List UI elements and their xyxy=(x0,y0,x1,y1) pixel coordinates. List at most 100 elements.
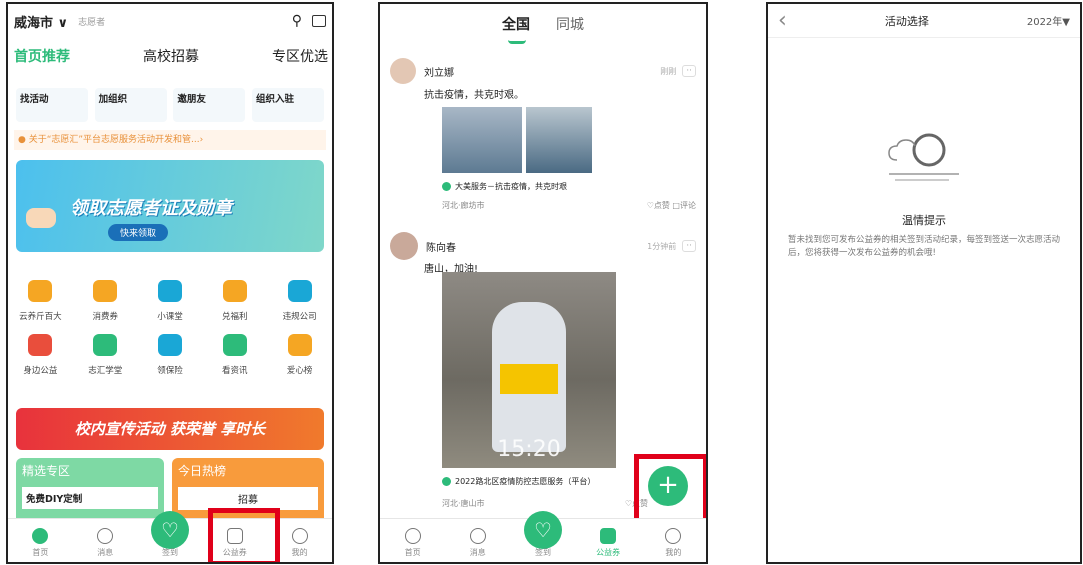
tab-college[interactable]: 高校招募 xyxy=(143,46,199,66)
nav-home[interactable]: 首页 xyxy=(15,528,65,558)
nav-me[interactable]: 我的 xyxy=(275,528,325,558)
post-card: 陈向春 1分钟前 ·· 唐山，加油! 15:20 2022路北区疫情防控志愿服务（… xyxy=(390,232,696,508)
post-text: 抗击疫情，共克时艰。 xyxy=(424,90,524,101)
empty-illustration xyxy=(768,128,1080,190)
grid-icon xyxy=(222,280,247,302)
grid-icon xyxy=(222,334,247,356)
post-photo[interactable]: 15:20 xyxy=(442,272,616,468)
nav-checkin[interactable]: ♡ 签到 xyxy=(145,511,195,558)
grid-icon xyxy=(287,334,312,356)
grid-item[interactable]: 领保险 xyxy=(138,334,203,376)
grid-label: 违规公司 xyxy=(282,312,317,322)
nav-coupon[interactable]: 公益券 xyxy=(583,528,633,558)
quick-org-join[interactable]: 组织入驻 xyxy=(251,88,324,122)
grid-item[interactable]: 兑福利 xyxy=(202,280,267,322)
post-topic[interactable]: 2022路北区疫情防控志愿服务（平台） xyxy=(442,476,595,487)
more-button[interactable]: ·· xyxy=(682,65,696,77)
highlight-box xyxy=(634,454,706,524)
avatar[interactable] xyxy=(390,232,418,260)
coupon-icon xyxy=(600,528,617,544)
phone-activity-select-screen: ‹ 活动选择 2022年▼ 温情提示 暂未找到您可发布公益券的相关签到活动纪录，… xyxy=(766,2,1082,564)
card-featured[interactable]: 精选专区 免费DIY定制 xyxy=(16,458,164,524)
grid-item[interactable]: 违规公司 xyxy=(267,280,332,322)
phone-feed-screen: 全国 同城 刘立娜 刚刚 ·· 抗击疫情，共克时艰。 大美服务－抗击疫情，共克时艰… xyxy=(378,2,708,564)
grid-item[interactable]: 消费券 xyxy=(73,280,138,322)
post-photo[interactable] xyxy=(526,107,592,173)
post-card: 刘立娜 刚刚 ·· 抗击疫情，共克时艰。 大美服务－抗击疫情，共克时艰 河北·廊坊… xyxy=(390,58,696,211)
home-icon xyxy=(32,528,49,544)
nav-label: 我的 xyxy=(665,548,682,557)
tab-indicator xyxy=(508,40,526,44)
card-featured-sub: 免费DIY定制 xyxy=(22,487,158,509)
grid-item[interactable]: 小课堂 xyxy=(138,280,203,322)
grid-label: 爱心榜 xyxy=(286,366,313,376)
nav-label: 签到 xyxy=(534,548,551,557)
card-featured-title: 精选专区 xyxy=(22,464,71,478)
banner-title: 领取志愿者证及勋章 xyxy=(70,198,232,219)
profile-icon xyxy=(665,528,682,544)
nav-label: 首页 xyxy=(32,548,49,557)
grid-label: 领保险 xyxy=(157,366,183,376)
grid-icon xyxy=(157,334,182,356)
yellow-bag xyxy=(500,364,558,394)
quick-label: 邀朋友 xyxy=(177,94,206,105)
quick-invite-friends[interactable]: 邀朋友 xyxy=(173,88,246,122)
grid-icon xyxy=(93,334,118,356)
back-icon[interactable]: ‹ xyxy=(778,8,787,33)
year-selector[interactable]: 2022年▼ xyxy=(1027,13,1070,28)
grid-label: 身边公益 xyxy=(23,366,58,376)
tab-recommend[interactable]: 首页推荐 xyxy=(14,46,70,66)
heart-icon: ♡ xyxy=(523,511,562,549)
nav-checkin[interactable]: ♡ 签到 xyxy=(518,511,568,558)
post-location: 河北·唐山市 xyxy=(442,499,485,508)
nav-messages[interactable]: 消息 xyxy=(80,528,130,558)
grid-item[interactable]: 志汇学堂 xyxy=(73,334,138,376)
city-selector[interactable]: 威海市 ∨ xyxy=(14,12,68,31)
grid-item[interactable]: 身边公益 xyxy=(8,334,73,376)
topic-label: 2022路北区疫情防控志愿服务（平台） xyxy=(455,477,596,486)
grid-icon xyxy=(28,334,53,356)
grid-label: 小课堂 xyxy=(157,312,183,322)
home-tabs: 首页推荐 高校招募 专区优选 xyxy=(14,46,328,66)
post-topic[interactable]: 大美服务－抗击疫情，共克时艰 xyxy=(442,181,696,192)
quick-join-org[interactable]: 加组织 xyxy=(94,88,167,122)
nav-me[interactable]: 我的 xyxy=(648,528,698,558)
card-hot-title: 今日热榜 xyxy=(178,464,227,478)
topic-label: 大美服务－抗击疫情，共克时艰 xyxy=(455,182,567,191)
tab-local[interactable]: 同城 xyxy=(556,14,584,34)
search-icon[interactable]: ⚲ xyxy=(292,13,302,29)
banner-volunteer-card[interactable]: 领取志愿者证及勋章 快来领取 xyxy=(16,160,324,252)
grid-item[interactable]: 看资讯 xyxy=(202,334,267,376)
more-button[interactable]: ·· xyxy=(682,240,696,252)
nav-messages[interactable]: 消息 xyxy=(453,528,503,558)
bottom-nav: 首页 消息 ♡ 签到 公益券 我的 xyxy=(380,511,706,562)
promo-banner[interactable]: 校内宣传活动 获荣誉 享时长 xyxy=(16,408,324,450)
tab-national[interactable]: 全国 xyxy=(502,14,530,34)
nav-label: 首页 xyxy=(404,548,421,557)
post-photo[interactable] xyxy=(442,107,522,173)
banner-claim-button[interactable]: 快来领取 xyxy=(108,224,169,241)
message-icon xyxy=(469,528,486,544)
nav-label: 消息 xyxy=(469,548,486,557)
profile-icon xyxy=(291,528,308,544)
post-time: 刚刚 xyxy=(660,66,677,76)
nav-home[interactable]: 首页 xyxy=(388,528,438,558)
hand-illustration xyxy=(26,208,56,228)
notice-bar[interactable]: ● 关于“志愿汇”平台志愿服务活动开发和管...› xyxy=(14,130,326,150)
grid-label: 消费券 xyxy=(92,312,118,322)
avatar[interactable] xyxy=(390,58,416,84)
tip-title: 温情提示 xyxy=(902,214,946,227)
grid-icon xyxy=(93,280,118,302)
cloud-icon xyxy=(888,133,959,181)
grid-label: 云养斤百大 xyxy=(19,312,62,322)
quick-find-activity[interactable]: 找活动 xyxy=(16,88,88,122)
user-role: 志愿者 xyxy=(78,17,106,28)
post-author[interactable]: 刘立娜 xyxy=(424,64,454,79)
grid-item[interactable]: 爱心榜 xyxy=(267,334,332,376)
post-author[interactable]: 陈向春 xyxy=(426,239,456,254)
post-actions[interactable]: ♡点赞 □评论 xyxy=(647,200,696,211)
tab-special[interactable]: 专区优选 xyxy=(272,46,328,66)
grid-label: 志汇学堂 xyxy=(88,366,123,376)
scan-icon[interactable] xyxy=(312,15,326,27)
grid-item[interactable]: 云养斤百大 xyxy=(8,280,73,322)
